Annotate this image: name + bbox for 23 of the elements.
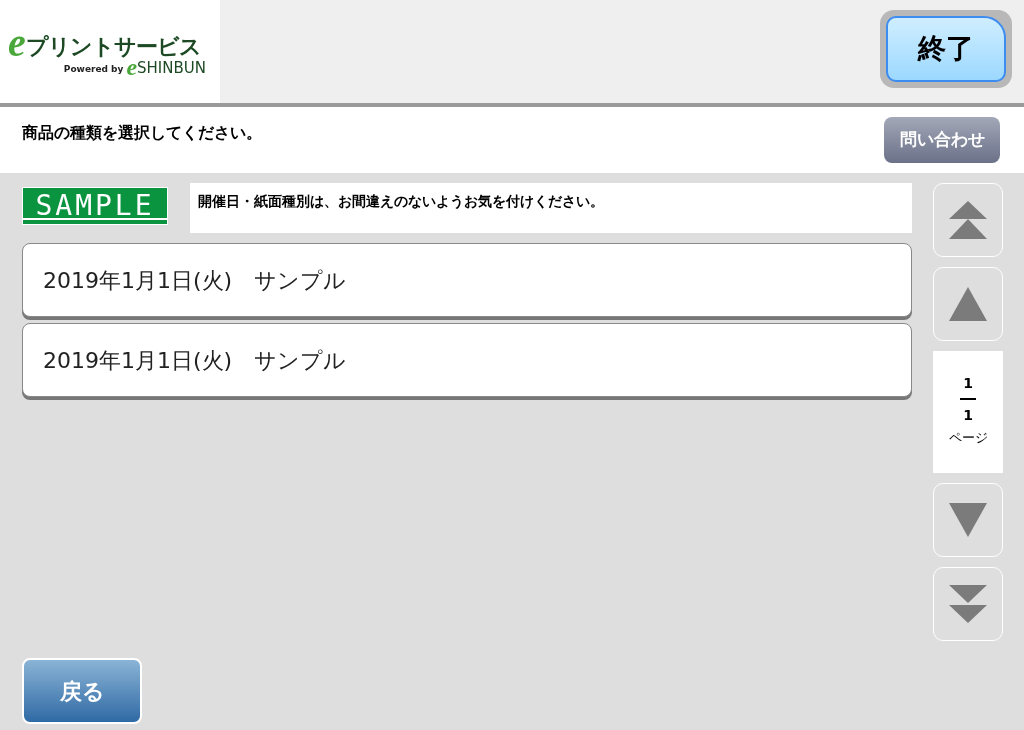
down-arrow-icon [949, 503, 987, 537]
double-up-arrow-icon [949, 201, 987, 239]
page-unit-label: ページ [948, 429, 988, 448]
logo-text: プリントサービス [25, 35, 201, 58]
brand-text: SHINBUN [137, 60, 206, 76]
instruction-text: 商品の種類を選択してください。 [22, 122, 262, 144]
double-down-arrow-icon [949, 585, 987, 623]
up-arrow-icon [949, 287, 987, 321]
current-page: 1 [963, 376, 973, 391]
sample-badge: SAMPLE [22, 187, 168, 225]
logo-mark: e [8, 27, 26, 58]
back-button[interactable]: 戻る [22, 658, 142, 724]
notice-text: 開催日・紙面種別は、お間違えのないようお気を付けください。 [198, 193, 604, 209]
product-item[interactable]: 2019年1月1日(火) サンプル [22, 243, 912, 317]
end-button[interactable]: 終了 [886, 16, 1006, 82]
previous-page-button[interactable] [933, 267, 1003, 341]
brand-mark: e [126, 57, 138, 76]
total-pages: 1 [963, 408, 973, 423]
last-page-button[interactable] [933, 567, 1003, 641]
first-page-button[interactable] [933, 183, 1003, 257]
product-item[interactable]: 2019年1月1日(火) サンプル [22, 323, 912, 397]
next-page-button[interactable] [933, 483, 1003, 557]
powered-by-text: Powered by [63, 64, 124, 74]
